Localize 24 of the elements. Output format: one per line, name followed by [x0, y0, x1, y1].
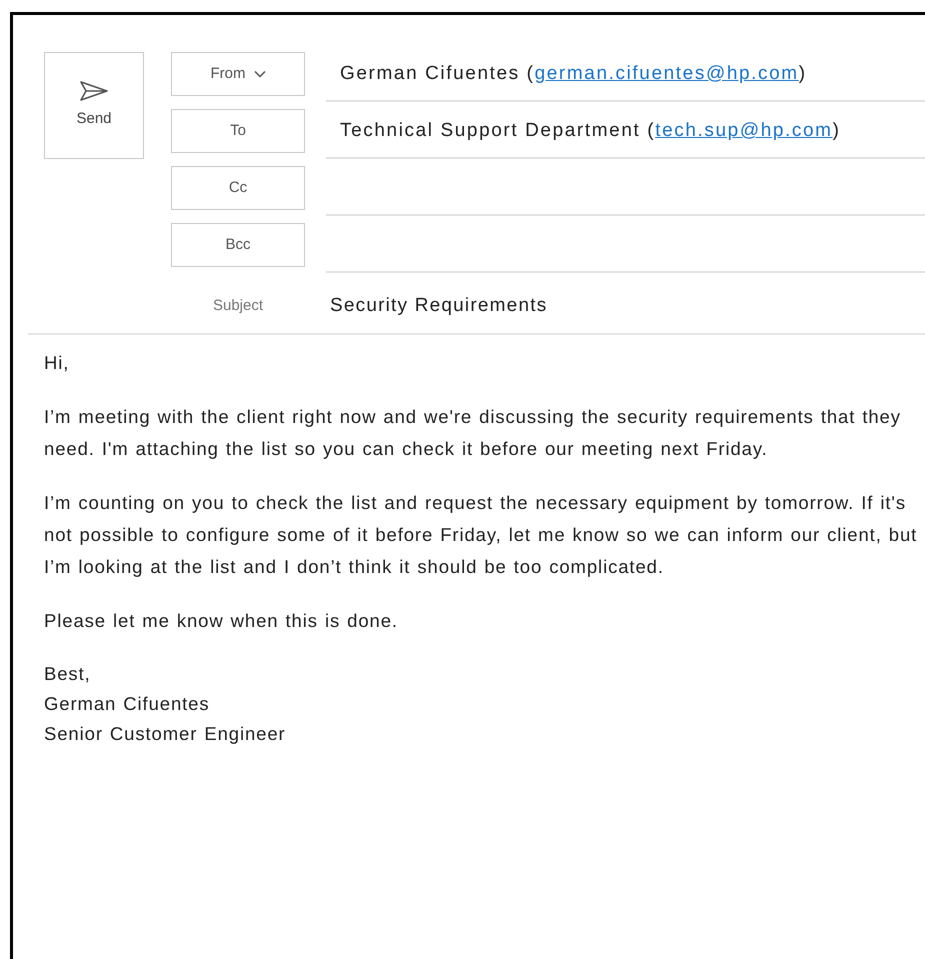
signature-line: Senior Customer Engineer — [44, 722, 287, 746]
recipient-button[interactable]: To — [171, 109, 305, 153]
closing-parenthesis: ) — [832, 120, 841, 141]
body-paragraph: I’m counting on you to check the list and request the necessary equipment by tomorrow. If it's not possible to configure some of it before Friday, let me know so we can inform our client, but I’m looking at the list and I don’t think it should be too complicated. — [44, 491, 918, 579]
signature-line: Best, — [44, 662, 92, 686]
recipient-name: Technical Support Department ( — [340, 120, 656, 141]
email-link[interactable]: german.cifuentes@hp.com — [534, 63, 799, 84]
send-icon — [79, 80, 109, 102]
subject-label: Subject — [212, 296, 264, 316]
send-button[interactable]: Send — [44, 52, 144, 159]
recipient-button[interactable]: Bcc — [171, 223, 305, 267]
body-paragraph: I’m meeting with the client right now and we're discussing the security requirements that they need. I'm attaching the list so you can check it before our meeting next Friday. — [44, 405, 902, 461]
from-dropdown[interactable]: From — [171, 52, 305, 96]
recipient-button[interactable]: Cc — [171, 166, 305, 210]
body-paragraph: Please let me know when this is done. — [44, 609, 399, 633]
signature-line: German Cifuentes — [44, 692, 211, 716]
chevron-down-icon — [254, 70, 266, 78]
recipient-name: German Cifuentes ( — [340, 63, 535, 84]
subject-field[interactable]: Security Requirements — [326, 292, 548, 321]
recipient-field[interactable]: German Cifuentes (german.cifuentes@hp.com) — [326, 52, 925, 102]
email-link[interactable]: tech.sup@hp.com — [655, 120, 833, 141]
recipient-field[interactable]: Technical Support Department (tech.sup@hp.com) — [326, 109, 925, 159]
body-paragraph: Hi, — [44, 351, 70, 375]
closing-parenthesis: ) — [798, 63, 807, 84]
